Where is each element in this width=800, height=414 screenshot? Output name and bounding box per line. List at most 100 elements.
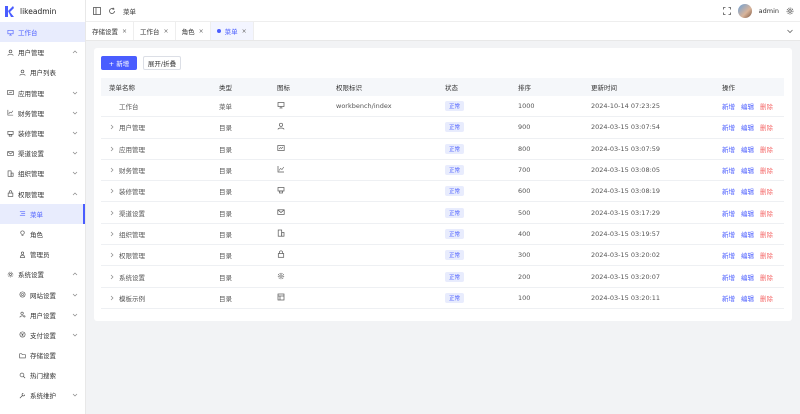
menu-type: 目录 — [219, 167, 232, 176]
admin-name[interactable]: admin — [759, 7, 779, 15]
delete-button[interactable]: 删除 — [760, 186, 773, 196]
add-button[interactable]: 新增 — [722, 293, 735, 303]
sidebar-item[interactable]: 财务管理 — [0, 103, 85, 123]
tab[interactable]: 存储设置 × — [86, 22, 135, 40]
chevron-right-icon[interactable] — [109, 167, 115, 173]
add-button[interactable]: 新增 — [722, 229, 735, 239]
menu-name-cell: 权限管理 — [109, 250, 219, 260]
menu-name-cell: 财务管理 — [109, 165, 219, 175]
edit-button[interactable]: 编辑 — [741, 101, 754, 111]
sidebar-item[interactable]: 渠道设置 — [0, 143, 85, 163]
edit-button[interactable]: 编辑 — [741, 229, 754, 239]
fullscreen-icon[interactable] — [722, 7, 731, 15]
chevron-right-icon[interactable] — [109, 252, 115, 258]
sidebar-item-label: 热门搜索 — [30, 372, 56, 381]
close-icon[interactable]: × — [199, 28, 204, 35]
delete-button[interactable]: 删除 — [760, 122, 773, 132]
menu-icon-cell — [277, 186, 335, 196]
chevron-down-icon[interactable] — [786, 27, 794, 35]
add-button[interactable]: 新增 — [722, 208, 735, 218]
sidebar-item[interactable]: 用户管理 — [0, 42, 85, 62]
add-button[interactable]: 新增 — [722, 272, 735, 282]
settings-icon[interactable] — [786, 7, 794, 15]
sidebar-item[interactable]: 菜单 — [0, 203, 85, 224]
sidebar-item[interactable]: 系统维护 — [0, 385, 85, 405]
chevron-right-icon[interactable] — [109, 210, 115, 216]
update-time: 2024-03-15 03:19:57 — [591, 229, 661, 238]
add-button[interactable]: 新增 — [722, 165, 735, 175]
close-icon[interactable]: × — [122, 28, 127, 35]
chevron-right-icon[interactable] — [109, 231, 115, 237]
table-row: 系统设置 目录 正常 200 2024-03-15 03:20:07 新增 编辑 删除 — [101, 266, 784, 288]
tab[interactable]: 角色 × — [176, 22, 211, 40]
add-menu-button[interactable]: + 新增 — [101, 56, 137, 70]
sidebar-item[interactable]: 组织管理 — [0, 163, 85, 183]
sidebar-item[interactable]: 权限管理 — [0, 184, 85, 204]
delete-button[interactable]: 删除 — [760, 229, 773, 239]
menu-name: 系统设置 — [119, 273, 145, 282]
table-row: 权限管理 目录 正常 300 2024-03-15 03:20:02 新增 编辑 删除 — [101, 245, 784, 267]
edit-button[interactable]: 编辑 — [741, 250, 754, 260]
sidebar-item[interactable]: 用户设置 — [0, 305, 85, 325]
sort-value: 700 — [518, 166, 531, 175]
edit-button[interactable]: 编辑 — [741, 272, 754, 282]
add-button[interactable]: 新增 — [722, 122, 735, 132]
edit-button[interactable]: 编辑 — [741, 293, 754, 303]
sidebar-item[interactable]: 工作台 — [0, 22, 85, 43]
close-icon[interactable]: × — [164, 28, 169, 35]
menu-name: 应用管理 — [119, 145, 145, 154]
chevron-right-icon[interactable] — [109, 124, 115, 130]
add-button[interactable]: 新增 — [722, 186, 735, 196]
status-cell: 正常 — [445, 101, 517, 112]
chevron-right-icon[interactable] — [109, 188, 115, 194]
edit-button[interactable]: 编辑 — [741, 165, 754, 175]
menu-card: + 新增 展开/折叠 菜单名称 类型 图标 权限标识 状态 排序 更新时间 操作 工作台 菜单 w… — [94, 48, 792, 321]
tab-label: 角色 — [181, 28, 195, 36]
menu-name-cell: 装修管理 — [109, 186, 219, 196]
row-actions: 新增 编辑 删除 — [722, 165, 784, 175]
chevron-right-icon[interactable] — [109, 146, 115, 152]
sidebar-item[interactable]: 装修管理 — [0, 123, 85, 143]
sidebar-item[interactable]: 存储设置 — [0, 345, 85, 365]
status-cell: 正常 — [445, 207, 517, 218]
edit-button[interactable]: 编辑 — [741, 144, 754, 154]
status-cell: 正常 — [445, 250, 517, 261]
sidebar-item[interactable]: 管理员 — [0, 244, 85, 264]
edit-button[interactable]: 编辑 — [741, 186, 754, 196]
delete-button[interactable]: 删除 — [760, 144, 773, 154]
chevron-right-icon[interactable] — [109, 274, 115, 280]
add-button[interactable]: 新增 — [722, 101, 735, 111]
sidebar-item[interactable]: 系统设置 — [0, 264, 85, 284]
menu-icon-cell — [277, 272, 335, 282]
app-name: likeadmin — [20, 6, 57, 16]
tab[interactable]: 菜单 × — [210, 22, 254, 40]
edit-button[interactable]: 编辑 — [741, 208, 754, 218]
edit-button[interactable]: 编辑 — [741, 122, 754, 132]
sidebar-item[interactable]: 热门搜索 — [0, 365, 85, 385]
tab[interactable]: 工作台 × — [134, 22, 176, 40]
table-row: 装修管理 目录 正常 600 2024-03-15 03:08:19 新增 编辑 删除 — [101, 181, 784, 203]
expand-collapse-button[interactable]: 展开/折叠 — [143, 56, 181, 70]
chevron-right-icon[interactable] — [109, 295, 115, 301]
logo[interactable]: likeadmin — [0, 0, 85, 22]
decor-icon — [6, 129, 14, 137]
add-button[interactable]: 新增 — [722, 144, 735, 154]
sidebar-item[interactable]: 网站设置 — [0, 284, 85, 304]
table-row: 用户管理 目录 正常 900 2024-03-15 03:07:54 新增 编辑 删除 — [101, 117, 784, 139]
delete-button[interactable]: 删除 — [760, 293, 773, 303]
sidebar-item[interactable]: 支付设置 — [0, 325, 85, 345]
collapse-sidebar-icon[interactable] — [93, 6, 101, 15]
delete-button[interactable]: 删除 — [760, 208, 773, 218]
sidebar-item[interactable]: 应用管理 — [0, 83, 85, 103]
sidebar-item[interactable]: 角色 — [0, 224, 85, 244]
avatar[interactable] — [737, 4, 752, 18]
add-button[interactable]: 新增 — [722, 250, 735, 260]
sidebar-item[interactable]: 用户列表 — [0, 62, 85, 82]
delete-button[interactable]: 删除 — [760, 250, 773, 260]
column-header: 菜单名称 — [109, 84, 135, 92]
refresh-icon[interactable] — [108, 7, 116, 15]
close-icon[interactable]: × — [242, 28, 247, 35]
delete-button[interactable]: 删除 — [760, 272, 773, 282]
delete-button[interactable]: 删除 — [760, 165, 773, 175]
delete-button[interactable]: 删除 — [760, 101, 773, 111]
